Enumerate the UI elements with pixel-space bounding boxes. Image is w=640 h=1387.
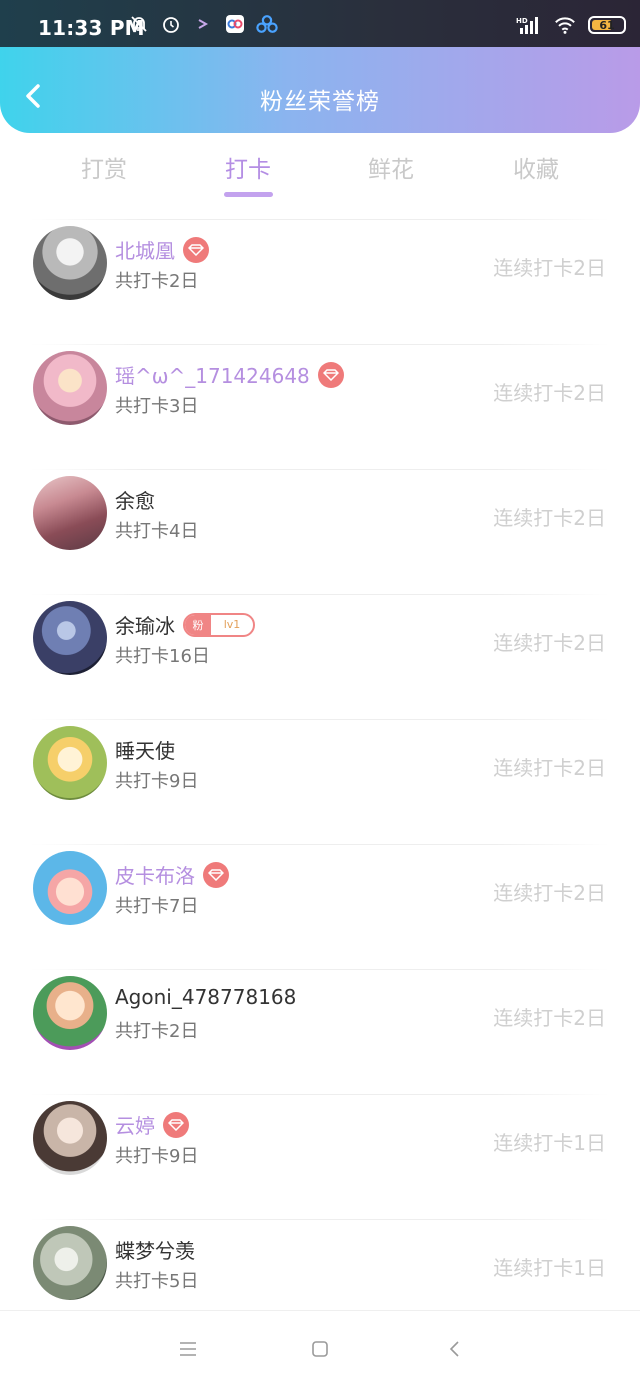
back-nav-button[interactable]	[440, 1336, 470, 1362]
total-checkins: 共打卡2日	[115, 271, 199, 292]
home-button[interactable]	[305, 1336, 335, 1362]
streak-checkins: 连续打卡1日	[493, 1256, 606, 1280]
page-title: 粉丝荣誉榜	[260, 89, 380, 115]
list-item[interactable]: 瑶^ω^_171424648 共打卡3日 连续打卡2日	[0, 344, 640, 469]
tab-reward[interactable]: 打赏	[44, 150, 164, 184]
list-item[interactable]: 皮卡布洛 共打卡7日 连续打卡2日	[0, 844, 640, 969]
list-item[interactable]: 北城凰 共打卡2日 连续打卡2日	[0, 219, 640, 344]
tab-flowers[interactable]: 鲜花	[331, 150, 451, 184]
tab-bar: 打赏 打卡 鲜花 收藏	[0, 150, 640, 210]
streak-checkins: 连续打卡1日	[493, 1131, 606, 1155]
user-name[interactable]: 云婷	[115, 1110, 155, 1139]
list-item[interactable]: 余瑜冰 粉 lv1 共打卡16日 连续打卡2日	[0, 594, 640, 719]
wifi-icon	[554, 15, 576, 35]
fan-badge-level: lv1	[223, 618, 241, 631]
streak-checkins: 连续打卡2日	[493, 381, 606, 405]
menu-button[interactable]	[173, 1336, 203, 1362]
battery-icon: 61	[588, 16, 626, 34]
avatar[interactable]	[33, 226, 107, 300]
user-name[interactable]: Agoni_478778168	[115, 985, 296, 1009]
mute-bell-icon	[128, 14, 150, 34]
list-item[interactable]: 睡天使 共打卡9日 连续打卡2日	[0, 719, 640, 844]
total-checkins: 共打卡9日	[115, 771, 199, 792]
diamond-badge-icon	[183, 236, 209, 263]
list-item[interactable]: 云婷 共打卡9日 连续打卡1日	[0, 1094, 640, 1219]
avatar[interactable]	[33, 601, 107, 675]
avatar[interactable]	[33, 1226, 107, 1300]
total-checkins: 共打卡16日	[115, 646, 210, 667]
avatar[interactable]	[33, 1101, 107, 1175]
app-icon	[256, 14, 278, 34]
total-checkins: 共打卡5日	[115, 1271, 199, 1292]
user-name[interactable]: 蝶梦兮羡	[115, 1235, 195, 1264]
system-nav-bar	[0, 1310, 640, 1387]
streak-checkins: 连续打卡2日	[493, 506, 606, 530]
alarm-icon	[160, 14, 182, 34]
streak-checkins: 连续打卡2日	[493, 256, 606, 280]
user-name[interactable]: 余瑜冰	[115, 610, 175, 639]
battery-level: 61	[599, 18, 615, 32]
fan-level-badge: 粉 lv1	[183, 612, 255, 637]
total-checkins: 共打卡7日	[115, 896, 199, 917]
streak-checkins: 连续打卡2日	[493, 631, 606, 655]
hd-signal-icon: HD	[516, 15, 542, 35]
tab-active-indicator	[224, 192, 273, 197]
total-checkins: 共打卡2日	[115, 1021, 199, 1042]
streak-checkins: 连续打卡2日	[493, 756, 606, 780]
app-icon	[224, 14, 246, 34]
avatar[interactable]	[33, 976, 107, 1050]
avatar[interactable]	[33, 851, 107, 925]
streak-checkins: 连续打卡2日	[493, 881, 606, 905]
user-name[interactable]: 北城凰	[115, 235, 175, 264]
svg-text:HD: HD	[516, 17, 528, 25]
fan-list: 北城凰 共打卡2日 连续打卡2日 瑶^ω^_171424648 共打卡3日 连续…	[0, 219, 640, 1344]
avatar[interactable]	[33, 476, 107, 550]
status-left-icons	[128, 14, 278, 34]
diamond-badge-icon	[163, 1111, 189, 1138]
streak-checkins: 连续打卡2日	[493, 1006, 606, 1030]
total-checkins: 共打卡9日	[115, 1146, 199, 1167]
menu-icon	[180, 1342, 196, 1356]
status-bar: 11:33 PM HD 61	[0, 0, 640, 47]
diamond-badge-icon	[203, 861, 229, 888]
header-bar: 11:33 PM HD 61 粉丝荣誉榜	[0, 0, 640, 133]
total-checkins: 共打卡4日	[115, 521, 199, 542]
status-right-icons: HD 61	[516, 15, 626, 35]
total-checkins: 共打卡3日	[115, 396, 199, 417]
tab-checkin[interactable]: 打卡	[188, 150, 308, 184]
arrow-icon	[192, 14, 214, 34]
user-name[interactable]: 皮卡布洛	[115, 860, 195, 889]
user-name[interactable]: 瑶^ω^_171424648	[115, 360, 310, 389]
avatar[interactable]	[33, 726, 107, 800]
home-square-icon	[312, 1341, 328, 1357]
list-item[interactable]: Agoni_478778168 共打卡2日 连续打卡2日	[0, 969, 640, 1094]
fan-badge-label: 粉	[185, 614, 211, 635]
diamond-badge-icon	[317, 361, 344, 388]
user-name[interactable]: 余愈	[115, 485, 155, 514]
tab-favorites[interactable]: 收藏	[476, 150, 596, 184]
back-triangle-icon	[449, 1341, 459, 1357]
user-name[interactable]: 睡天使	[115, 735, 175, 764]
avatar[interactable]	[33, 351, 107, 425]
list-item[interactable]: 余愈 共打卡4日 连续打卡2日	[0, 469, 640, 594]
